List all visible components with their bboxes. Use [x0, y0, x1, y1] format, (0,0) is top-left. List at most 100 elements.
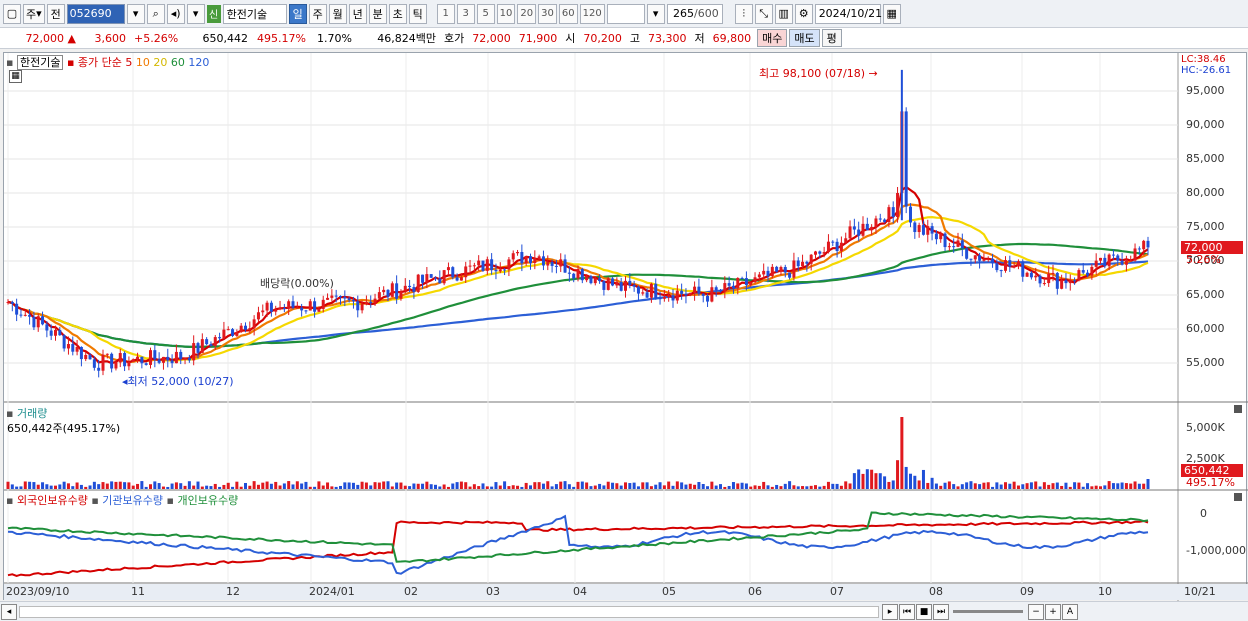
data-count-field[interactable]: 265/600	[666, 3, 723, 24]
zoom-out-icon[interactable]: −	[1028, 603, 1044, 620]
market-mode-select[interactable]: 주 ▾	[23, 3, 45, 24]
panel-close-icon[interactable]	[1234, 405, 1242, 413]
interval-20-button[interactable]: 20	[517, 3, 537, 24]
stock-code-input[interactable]: 052690	[66, 3, 125, 24]
volume-bar	[32, 482, 36, 489]
x-axis-label: 09	[1020, 585, 1034, 598]
scroll-left-icon[interactable]: ◂	[1, 603, 17, 620]
period-tick-button[interactable]: 틱	[408, 3, 427, 24]
search-icon[interactable]: ⌕	[146, 3, 165, 24]
scroll-right-icon[interactable]: ▸	[882, 603, 898, 620]
volume-bar	[814, 485, 817, 489]
candle-type-icon[interactable]: ⫶	[734, 3, 753, 24]
candle-body	[649, 283, 653, 298]
candle-body	[706, 295, 710, 302]
stop-icon[interactable]: ■	[916, 603, 932, 620]
period-year-button[interactable]: 년	[348, 3, 367, 24]
volume-bar	[1004, 482, 1007, 489]
candle-body	[788, 272, 792, 278]
gear-icon[interactable]: ⚙	[794, 3, 813, 24]
candle-body	[667, 295, 671, 298]
zoom-slider[interactable]	[953, 610, 1023, 613]
period-week-button[interactable]: 주	[308, 3, 327, 24]
candle-body	[736, 277, 740, 289]
volume-bar	[1077, 482, 1081, 489]
ma20-label: 20	[153, 56, 168, 69]
period-day-button[interactable]: 일	[288, 3, 307, 24]
buy-button[interactable]: 매수	[757, 29, 788, 47]
candle-body	[282, 307, 286, 309]
series-mode-button[interactable]: 전	[46, 3, 65, 24]
candle-body	[330, 295, 334, 298]
x-axis-label: 07	[830, 585, 844, 598]
candle-body	[770, 266, 774, 277]
interval-1-button[interactable]: 1	[436, 3, 455, 24]
volume-bar	[192, 485, 196, 489]
code-dropdown-icon[interactable]: ▾	[126, 3, 145, 24]
volume-bar	[1120, 482, 1124, 489]
candle-body	[870, 226, 874, 231]
volume-bar	[459, 481, 463, 489]
volume-bar	[226, 482, 230, 489]
date-field[interactable]: 2024/10/21	[814, 3, 882, 24]
volume-bar	[727, 485, 731, 489]
period-minute-button[interactable]: 분	[368, 3, 387, 24]
candle-body	[1068, 280, 1072, 284]
jump-start-icon[interactable]: ⏮	[899, 603, 915, 620]
volume-bar	[244, 482, 247, 489]
volume-bar	[511, 485, 515, 489]
interval-30-button[interactable]: 30	[538, 3, 557, 24]
zoom-in-icon[interactable]: +	[1045, 603, 1061, 620]
candle-body	[1012, 266, 1016, 268]
volume-bar	[524, 482, 528, 489]
candle-body	[28, 314, 32, 317]
volume-bar	[123, 482, 127, 489]
volume-bar	[144, 486, 148, 489]
volume-bar	[434, 484, 437, 489]
interval-120-button[interactable]: 120	[579, 3, 605, 24]
volume-bar	[1025, 483, 1029, 489]
candle-body	[278, 307, 282, 310]
volume-bar	[986, 482, 990, 489]
volume-bar	[438, 486, 442, 489]
window-icon[interactable]: ▢	[3, 3, 21, 24]
interval-60-button[interactable]: 60	[558, 3, 578, 24]
price-stock-label[interactable]: 한전기술	[16, 55, 64, 70]
volume-ratio: 495.17%	[257, 31, 306, 45]
chart-area[interactable]: ▪ 한전기술 ▪ 종가 단순 5 10 20 60 120 ▦ LC:38.46…	[3, 52, 1248, 601]
volume-bar	[1081, 486, 1085, 489]
custom-interval-input[interactable]	[606, 3, 645, 24]
interval-dropdown-icon[interactable]: ▾	[646, 3, 665, 24]
eval-button[interactable]: 평	[821, 29, 842, 47]
volume-bar	[399, 482, 403, 489]
draw-tool-icon[interactable]: ⤡	[754, 3, 773, 24]
volume-bar	[796, 486, 800, 489]
sound-icon[interactable]: ◂)	[166, 3, 185, 24]
panel-close-icon[interactable]	[1234, 493, 1242, 501]
candle-body	[295, 307, 299, 309]
scroll-track[interactable]	[19, 605, 879, 618]
x-axis-label: 2024/01	[309, 585, 355, 598]
interval-10-button[interactable]: 10	[496, 3, 516, 24]
interval-3-button[interactable]: 3	[456, 3, 475, 24]
candle-body	[762, 270, 766, 275]
interval-5-button[interactable]: 5	[476, 3, 495, 24]
font-icon[interactable]: A	[1062, 603, 1078, 620]
volume-bar	[1086, 483, 1090, 489]
calendar-icon[interactable]: ▦	[882, 3, 901, 24]
jump-end-icon[interactable]: ⏭	[933, 603, 949, 620]
indicator-icon[interactable]: ▥	[774, 3, 793, 24]
volume-bar	[36, 484, 40, 489]
candle-body	[1081, 270, 1085, 273]
period-month-button[interactable]: 월	[328, 3, 347, 24]
sell-button[interactable]: 매도	[789, 29, 820, 47]
candle-body	[861, 223, 865, 236]
sound-dropdown-icon[interactable]: ▾	[186, 3, 205, 24]
period-second-button[interactable]: 초	[388, 3, 407, 24]
ma120-label: 120	[188, 56, 210, 69]
candle-body	[541, 256, 545, 266]
candle-body	[274, 309, 278, 312]
volume-bar	[1029, 482, 1033, 489]
candle-body	[1047, 273, 1051, 284]
table-icon[interactable]: ▦	[9, 70, 22, 83]
